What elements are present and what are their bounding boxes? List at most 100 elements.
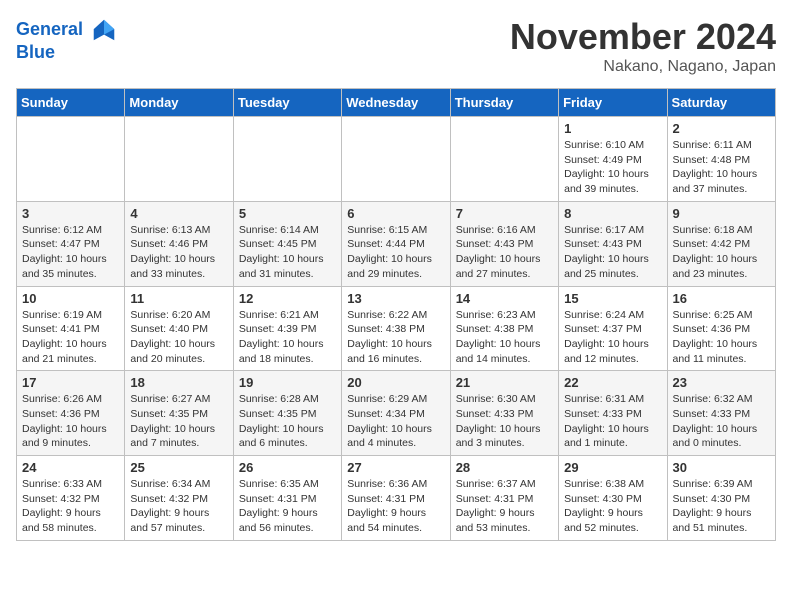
day-detail: Sunrise: 6:38 AM Sunset: 4:30 PM Dayligh… [564, 477, 661, 536]
day-number: 13 [347, 291, 444, 306]
day-number: 3 [22, 206, 119, 221]
day-detail: Sunrise: 6:29 AM Sunset: 4:34 PM Dayligh… [347, 392, 444, 451]
logo-line2: Blue [16, 42, 118, 63]
day-detail: Sunrise: 6:35 AM Sunset: 4:31 PM Dayligh… [239, 477, 336, 536]
day-detail: Sunrise: 6:27 AM Sunset: 4:35 PM Dayligh… [130, 392, 227, 451]
day-cell [125, 117, 233, 202]
day-detail: Sunrise: 6:15 AM Sunset: 4:44 PM Dayligh… [347, 223, 444, 282]
day-cell: 27 Sunrise: 6:36 AM Sunset: 4:31 PM Dayli… [342, 456, 450, 541]
day-detail: Sunrise: 6:31 AM Sunset: 4:33 PM Dayligh… [564, 392, 661, 451]
day-cell: 1 Sunrise: 6:10 AM Sunset: 4:49 PM Daylig… [559, 117, 667, 202]
day-number: 18 [130, 375, 227, 390]
day-detail: Sunrise: 6:20 AM Sunset: 4:40 PM Dayligh… [130, 308, 227, 367]
day-cell: 6 Sunrise: 6:15 AM Sunset: 4:44 PM Daylig… [342, 201, 450, 286]
day-number: 8 [564, 206, 661, 221]
day-number: 24 [22, 460, 119, 475]
day-cell: 15 Sunrise: 6:24 AM Sunset: 4:37 PM Dayli… [559, 286, 667, 371]
day-number: 10 [22, 291, 119, 306]
day-detail: Sunrise: 6:24 AM Sunset: 4:37 PM Dayligh… [564, 308, 661, 367]
day-detail: Sunrise: 6:23 AM Sunset: 4:38 PM Dayligh… [456, 308, 553, 367]
month-title: November 2024 [510, 16, 776, 58]
calendar-table: SundayMondayTuesdayWednesdayThursdayFrid… [16, 88, 776, 541]
day-number: 17 [22, 375, 119, 390]
day-detail: Sunrise: 6:13 AM Sunset: 4:46 PM Dayligh… [130, 223, 227, 282]
day-detail: Sunrise: 6:17 AM Sunset: 4:43 PM Dayligh… [564, 223, 661, 282]
weekday-header-sunday: Sunday [17, 89, 125, 117]
day-detail: Sunrise: 6:16 AM Sunset: 4:43 PM Dayligh… [456, 223, 553, 282]
day-cell: 4 Sunrise: 6:13 AM Sunset: 4:46 PM Daylig… [125, 201, 233, 286]
day-cell: 2Sunrise: 6:11 AM Sunset: 4:48 PM Daylig… [667, 117, 775, 202]
day-number: 23 [673, 375, 770, 390]
day-cell: 8 Sunrise: 6:17 AM Sunset: 4:43 PM Daylig… [559, 201, 667, 286]
title-block: November 2024 Nakano, Nagano, Japan [510, 16, 776, 76]
logo: General Blue [16, 16, 118, 63]
day-number: 21 [456, 375, 553, 390]
week-row-2: 3 Sunrise: 6:12 AM Sunset: 4:47 PM Daylig… [17, 201, 776, 286]
day-number: 30 [673, 460, 770, 475]
weekday-header-monday: Monday [125, 89, 233, 117]
day-number: 25 [130, 460, 227, 475]
day-detail: Sunrise: 6:18 AM Sunset: 4:42 PM Dayligh… [673, 223, 770, 282]
day-number: 7 [456, 206, 553, 221]
day-cell: 5 Sunrise: 6:14 AM Sunset: 4:45 PM Daylig… [233, 201, 341, 286]
day-detail: Sunrise: 6:30 AM Sunset: 4:33 PM Dayligh… [456, 392, 553, 451]
day-cell: 26 Sunrise: 6:35 AM Sunset: 4:31 PM Dayli… [233, 456, 341, 541]
week-row-5: 24Sunrise: 6:33 AM Sunset: 4:32 PM Dayli… [17, 456, 776, 541]
day-number: 4 [130, 206, 227, 221]
day-detail: Sunrise: 6:25 AM Sunset: 4:36 PM Dayligh… [673, 308, 770, 367]
day-detail: Sunrise: 6:32 AM Sunset: 4:33 PM Dayligh… [673, 392, 770, 451]
day-cell: 25 Sunrise: 6:34 AM Sunset: 4:32 PM Dayli… [125, 456, 233, 541]
day-detail: Sunrise: 6:11 AM Sunset: 4:48 PM Dayligh… [673, 138, 770, 197]
day-cell: 14 Sunrise: 6:23 AM Sunset: 4:38 PM Dayli… [450, 286, 558, 371]
day-number: 1 [564, 121, 661, 136]
day-cell: 16 Sunrise: 6:25 AM Sunset: 4:36 PM Dayli… [667, 286, 775, 371]
day-cell: 28Sunrise: 6:37 AM Sunset: 4:31 PM Dayli… [450, 456, 558, 541]
day-number: 9 [673, 206, 770, 221]
day-number: 6 [347, 206, 444, 221]
day-detail: Sunrise: 6:22 AM Sunset: 4:38 PM Dayligh… [347, 308, 444, 367]
day-cell [450, 117, 558, 202]
day-number: 26 [239, 460, 336, 475]
day-number: 12 [239, 291, 336, 306]
day-detail: Sunrise: 6:39 AM Sunset: 4:30 PM Dayligh… [673, 477, 770, 536]
weekday-header-saturday: Saturday [667, 89, 775, 117]
weekday-header-thursday: Thursday [450, 89, 558, 117]
day-cell: 29 Sunrise: 6:38 AM Sunset: 4:30 PM Dayli… [559, 456, 667, 541]
day-number: 19 [239, 375, 336, 390]
day-number: 28 [456, 460, 553, 475]
day-cell: 17 Sunrise: 6:26 AM Sunset: 4:36 PM Dayli… [17, 371, 125, 456]
week-row-1: 1 Sunrise: 6:10 AM Sunset: 4:49 PM Daylig… [17, 117, 776, 202]
day-cell: 24Sunrise: 6:33 AM Sunset: 4:32 PM Dayli… [17, 456, 125, 541]
day-detail: Sunrise: 6:12 AM Sunset: 4:47 PM Dayligh… [22, 223, 119, 282]
day-number: 5 [239, 206, 336, 221]
day-number: 22 [564, 375, 661, 390]
day-cell [233, 117, 341, 202]
day-cell: 18 Sunrise: 6:27 AM Sunset: 4:35 PM Dayli… [125, 371, 233, 456]
day-detail: Sunrise: 6:21 AM Sunset: 4:39 PM Dayligh… [239, 308, 336, 367]
day-cell: 12 Sunrise: 6:21 AM Sunset: 4:39 PM Dayli… [233, 286, 341, 371]
day-number: 14 [456, 291, 553, 306]
day-cell: 30 Sunrise: 6:39 AM Sunset: 4:30 PM Dayli… [667, 456, 775, 541]
day-cell: 13 Sunrise: 6:22 AM Sunset: 4:38 PM Dayli… [342, 286, 450, 371]
day-cell [342, 117, 450, 202]
weekday-header-tuesday: Tuesday [233, 89, 341, 117]
day-detail: Sunrise: 6:34 AM Sunset: 4:32 PM Dayligh… [130, 477, 227, 536]
day-number: 27 [347, 460, 444, 475]
day-cell: 3 Sunrise: 6:12 AM Sunset: 4:47 PM Daylig… [17, 201, 125, 286]
location: Nakano, Nagano, Japan [510, 58, 776, 76]
day-number: 29 [564, 460, 661, 475]
day-cell: 10 Sunrise: 6:19 AM Sunset: 4:41 PM Dayli… [17, 286, 125, 371]
page-header: General Blue November 2024 Nakano, Nagan… [16, 16, 776, 76]
day-number: 15 [564, 291, 661, 306]
logo-text: General [16, 16, 118, 44]
day-cell: 20Sunrise: 6:29 AM Sunset: 4:34 PM Dayli… [342, 371, 450, 456]
day-detail: Sunrise: 6:14 AM Sunset: 4:45 PM Dayligh… [239, 223, 336, 282]
day-number: 16 [673, 291, 770, 306]
day-cell: 7 Sunrise: 6:16 AM Sunset: 4:43 PM Daylig… [450, 201, 558, 286]
day-detail: Sunrise: 6:36 AM Sunset: 4:31 PM Dayligh… [347, 477, 444, 536]
day-detail: Sunrise: 6:26 AM Sunset: 4:36 PM Dayligh… [22, 392, 119, 451]
day-detail: Sunrise: 6:19 AM Sunset: 4:41 PM Dayligh… [22, 308, 119, 367]
day-cell: 9 Sunrise: 6:18 AM Sunset: 4:42 PM Daylig… [667, 201, 775, 286]
day-cell: 23 Sunrise: 6:32 AM Sunset: 4:33 PM Dayli… [667, 371, 775, 456]
day-detail: Sunrise: 6:10 AM Sunset: 4:49 PM Dayligh… [564, 138, 661, 197]
